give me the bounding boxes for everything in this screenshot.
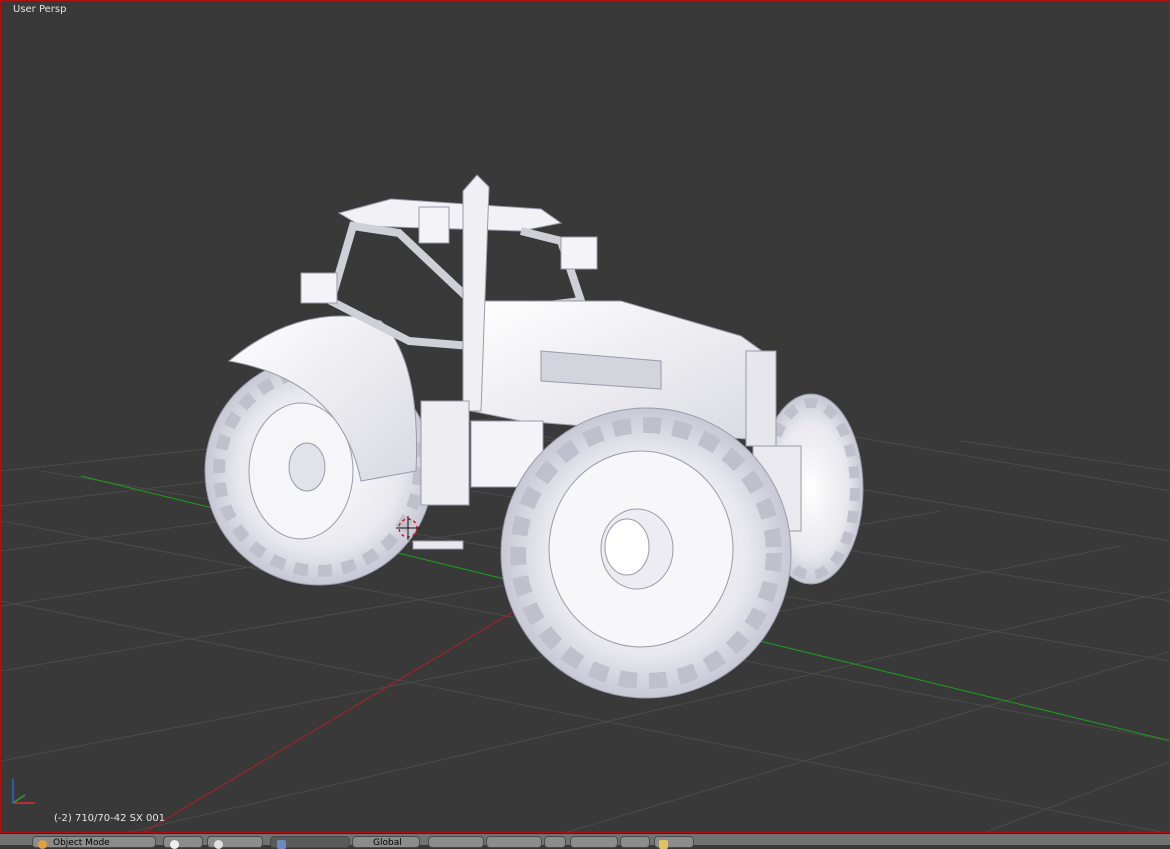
viewport-shading-button[interactable] [163, 836, 203, 849]
x-axis-line [143, 600, 532, 832]
3d-viewport[interactable]: User Persp (-2) 710/70-42 SX 001 [0, 0, 1170, 833]
layer-buttons[interactable] [428, 836, 484, 848]
render-buttons[interactable] [654, 836, 694, 849]
shading-label: Global [373, 838, 402, 848]
mode-label: Object Mode [53, 838, 110, 848]
layer-buttons-2[interactable] [486, 836, 542, 848]
front-left-wheel [500, 407, 792, 699]
view-name-label: User Persp [13, 4, 67, 15]
transform-manipulator-buttons[interactable] [270, 836, 350, 849]
pivot-point-button[interactable] [207, 836, 263, 849]
orientation-menu[interactable]: Global [352, 836, 420, 848]
viewport-header: Object Mode Global [0, 833, 1170, 849]
active-object-label: (-2) 710/70-42 SX 001 [54, 813, 166, 824]
snap-target-button[interactable] [620, 836, 650, 848]
mode-menu[interactable]: Object Mode [32, 836, 156, 849]
snap-buttons[interactable] [570, 836, 618, 848]
scene-canvas[interactable] [1, 1, 1170, 833]
axis-gizmo-icon [12, 779, 35, 804]
proportional-edit-button[interactable] [544, 836, 566, 848]
